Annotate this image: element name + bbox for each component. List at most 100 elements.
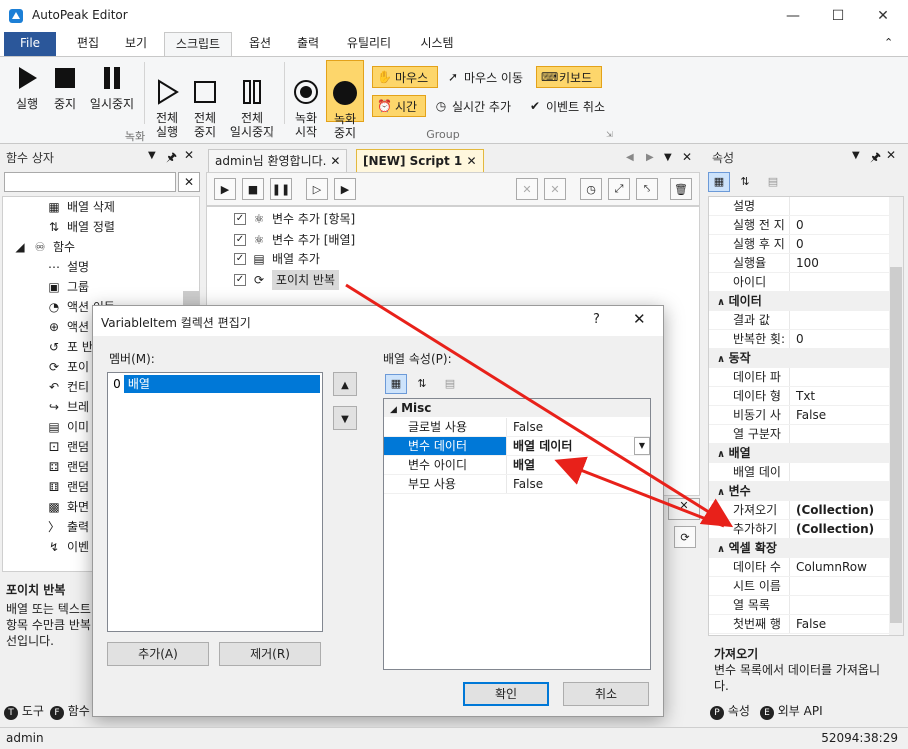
property-row[interactable]: 비동기 사 False: [709, 406, 903, 425]
close-doc-icon[interactable]: ✕: [682, 150, 692, 164]
script-timer-button[interactable]: ◷: [580, 178, 602, 200]
script-row[interactable]: ✓ ⚛ 변수 추가 [배열]: [234, 230, 355, 250]
property-row[interactable]: 실행 후 지 0: [709, 235, 903, 254]
ok-button[interactable]: 확인: [463, 682, 549, 706]
property-category[interactable]: ∧ 엑셀 확장: [709, 539, 903, 558]
mouse-move-button[interactable]: ➚ 마우스 이동: [442, 66, 534, 88]
maximize-button[interactable]: ☐: [815, 0, 861, 32]
clear-search-button[interactable]: ✕: [178, 172, 200, 192]
script-expand-button[interactable]: ⤢: [608, 178, 630, 200]
property-value[interactable]: 배열 데이터: [506, 437, 634, 455]
close-output-icon[interactable]: ✕: [668, 498, 700, 520]
tree-item[interactable]: ▤ 이미: [47, 417, 89, 437]
property-value[interactable]: ColumnRow: [789, 558, 903, 576]
property-value[interactable]: 0: [789, 235, 903, 253]
collapse-icon[interactable]: ∧: [717, 487, 729, 498]
tree-item[interactable]: ▩ 화면: [47, 497, 89, 517]
group-launcher-icon[interactable]: ⇲: [266, 130, 273, 139]
expand-icon[interactable]: ◢: [13, 240, 27, 254]
row-checkbox[interactable]: ✓: [234, 213, 246, 225]
pin-icon[interactable]: 🖈: [870, 148, 881, 169]
tree-item[interactable]: ▣ 그룹: [47, 277, 89, 297]
tree-item[interactable]: ⊕ 액션: [47, 317, 89, 337]
property-row[interactable]: 실행 전 지 0: [709, 216, 903, 235]
remove-member-button[interactable]: 제거(R): [219, 642, 321, 666]
dropdown-icon[interactable]: ▼: [852, 150, 860, 161]
script-delete-button[interactable]: ✕: [516, 178, 538, 200]
script-trash-button[interactable]: 🗑: [670, 178, 692, 200]
tab-view[interactable]: 보기: [114, 32, 158, 56]
property-value[interactable]: [789, 577, 903, 595]
alphabetical-sort-icon[interactable]: ⇅: [734, 172, 756, 192]
property-row[interactable]: 열 구분자: [709, 425, 903, 444]
dropdown-button[interactable]: ▼: [634, 437, 650, 455]
alphabetical-sort-icon[interactable]: ⇅: [411, 374, 433, 394]
property-row[interactable]: 부모 사용 False: [384, 475, 650, 494]
property-row[interactable]: 데이타 수 ColumnRow: [709, 558, 903, 577]
property-row[interactable]: 데이타 파: [709, 368, 903, 387]
help-button[interactable]: ?: [593, 312, 600, 327]
property-category[interactable]: ∧ 배열: [709, 444, 903, 463]
property-row-selected[interactable]: 변수 데이터 배열 데이터 ▼: [384, 437, 650, 456]
record-start-button[interactable]: 녹화 시작: [288, 64, 324, 153]
misc-category[interactable]: ◢ Misc: [384, 399, 650, 417]
property-value[interactable]: False: [506, 418, 650, 436]
tree-item[interactable]: ↪ 브레: [47, 397, 89, 417]
script-run-selected-button[interactable]: ▶: [334, 178, 356, 200]
script-row-selected[interactable]: ✓ ⟳ 포이치 반복: [234, 270, 340, 290]
move-down-button[interactable]: ▼: [333, 406, 357, 430]
tree-item[interactable]: ↺ 포 반: [47, 337, 93, 357]
property-row[interactable]: 아이디: [709, 273, 903, 292]
members-list[interactable]: 0 배열: [107, 372, 323, 632]
property-row[interactable]: 반복한 횟: 0: [709, 330, 903, 349]
tree-item[interactable]: ⚅ 랜덤: [47, 477, 89, 497]
row-checkbox[interactable]: ✓: [234, 274, 246, 286]
property-value[interactable]: 0: [789, 216, 903, 234]
group-launcher-icon[interactable]: ⇲: [606, 130, 613, 139]
dialog-close-button[interactable]: ✕: [633, 310, 646, 328]
property-value[interactable]: (Collection): [789, 501, 903, 519]
event-cancel-button[interactable]: ✔ 이벤트 취소: [524, 95, 616, 117]
keyboard-button[interactable]: ⌨ 키보드: [536, 66, 602, 88]
tab-system[interactable]: 시스템: [410, 32, 464, 56]
property-value[interactable]: False: [506, 475, 650, 493]
property-row[interactable]: 시트 이름: [709, 577, 903, 596]
tab-list-icon[interactable]: ▼: [664, 152, 672, 163]
move-up-button[interactable]: ▲: [333, 372, 357, 396]
property-row[interactable]: 설명: [709, 197, 903, 216]
property-category[interactable]: ∧ 데이터: [709, 292, 903, 311]
categorized-view-icon[interactable]: ▦: [385, 374, 407, 394]
close-tab-icon[interactable]: ✕: [330, 154, 340, 168]
property-row[interactable]: 열 목록: [709, 596, 903, 615]
categorized-view-icon[interactable]: ▦: [708, 172, 730, 192]
property-value[interactable]: [789, 425, 903, 443]
tab-functions[interactable]: F 함수: [49, 702, 90, 720]
collapse-icon[interactable]: ∧: [717, 354, 729, 365]
property-value[interactable]: [789, 596, 903, 614]
property-row[interactable]: 실행율 100: [709, 254, 903, 273]
tab-output[interactable]: 출력: [286, 32, 330, 56]
property-pages-icon[interactable]: ▤: [439, 374, 461, 394]
tree-item[interactable]: ↶ 컨티: [47, 377, 89, 397]
stop-button[interactable]: 중지: [48, 64, 82, 111]
doc-tab-welcome[interactable]: admin님 환영합니다. ✕: [208, 149, 348, 173]
property-row[interactable]: 변수 아이디 배열: [384, 456, 650, 475]
tree-item[interactable]: ◢ ♾ 함수: [13, 237, 75, 257]
tab-edit[interactable]: 편집: [66, 32, 110, 56]
tab-file[interactable]: File: [4, 32, 56, 56]
collapse-ribbon-icon[interactable]: ⌃: [884, 36, 893, 49]
row-checkbox[interactable]: ✓: [234, 234, 246, 246]
property-row[interactable]: 첫번째 행 False: [709, 615, 903, 634]
function-search-input[interactable]: [4, 172, 176, 192]
tree-item[interactable]: ⋯ 설명: [47, 257, 89, 277]
tree-item[interactable]: ⇅ 배열 정렬: [47, 217, 115, 237]
doc-tab-script[interactable]: [NEW] Script 1 ✕: [356, 149, 484, 173]
property-value[interactable]: Txt: [789, 387, 903, 405]
row-checkbox[interactable]: ✓: [234, 253, 246, 265]
pin-icon[interactable]: 🖈: [166, 148, 177, 169]
property-value[interactable]: [789, 273, 903, 291]
property-value[interactable]: [789, 368, 903, 386]
script-pause-button[interactable]: ❚❚: [270, 178, 292, 200]
tab-utility[interactable]: 유틸리티: [338, 32, 400, 56]
property-category[interactable]: ∧ 변수: [709, 482, 903, 501]
